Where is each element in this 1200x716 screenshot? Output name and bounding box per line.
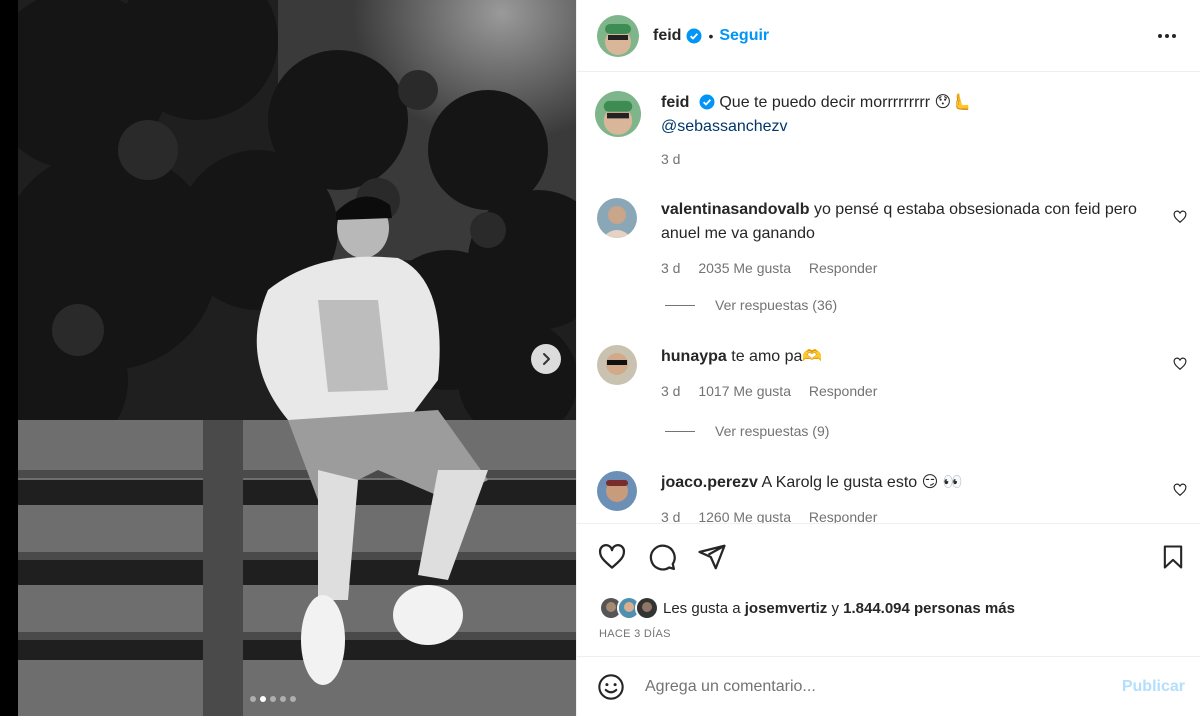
comment-likes[interactable]: 2035 Me gusta	[698, 260, 791, 276]
caption-text: Que te puedo decir morrrrrrrrr 😯🫷	[719, 94, 972, 111]
comment-text: A Karolg le gusta esto 😏 👀	[761, 474, 963, 491]
likes-summary: Les gusta a josemvertiz y 1.844.094 pers…	[599, 596, 1015, 620]
carousel-dot	[280, 696, 286, 702]
likes-connector: y	[831, 599, 839, 617]
avatar[interactable]	[597, 198, 637, 238]
comment-username[interactable]: valentinasandovalb	[661, 201, 810, 218]
likes-prefix: Les gusta a	[663, 599, 741, 617]
view-replies-label: Ver respuestas (36)	[715, 297, 838, 313]
next-image-button[interactable]	[531, 344, 561, 374]
comment-text: te amo pa🫶	[731, 348, 823, 365]
comment-item: hunaypa te amo pa🫶 3 d 1017 Me gusta Res…	[597, 345, 1187, 403]
follow-button[interactable]: Seguir	[719, 27, 769, 45]
view-replies-button[interactable]: Ver respuestas (36)	[665, 297, 837, 313]
reply-button[interactable]: Responder	[809, 509, 878, 523]
more-options-icon[interactable]	[1154, 28, 1180, 44]
comment-time[interactable]: 3 d	[661, 509, 680, 523]
post-photo[interactable]	[18, 0, 576, 716]
avatar	[635, 596, 659, 620]
emoji-icon[interactable]	[597, 673, 625, 701]
comment-input[interactable]	[645, 677, 1122, 696]
post-actions: Les gusta a josemvertiz y 1.844.094 pers…	[577, 523, 1200, 656]
view-replies-label: Ver respuestas (9)	[715, 423, 830, 439]
comment-username[interactable]: joaco.perezv	[661, 474, 758, 491]
comment-username[interactable]: hunaypa	[661, 348, 727, 365]
comment-time[interactable]: 3 d	[661, 260, 680, 276]
likers-avatars[interactable]	[599, 596, 659, 620]
carousel-dot	[270, 696, 276, 702]
comment-likes[interactable]: 1017 Me gusta	[698, 383, 791, 399]
verified-badge-icon	[686, 28, 702, 43]
carousel-dot	[290, 696, 296, 702]
heart-icon[interactable]	[1173, 483, 1187, 497]
post-details: feid • Seguir feid Que te puedo decir mo…	[576, 0, 1200, 716]
heart-icon[interactable]	[1173, 210, 1187, 224]
caption-username[interactable]: feid	[661, 94, 689, 111]
caption-time[interactable]: 3 d	[661, 151, 680, 167]
caption-mention[interactable]: @sebassanchezv	[661, 118, 788, 135]
likes-count[interactable]: 1.844.094 personas más	[843, 600, 1015, 617]
post-header: feid • Seguir	[577, 0, 1200, 72]
comment-item: joaco.perezv A Karolg le gusta esto 😏 👀 …	[597, 471, 1187, 523]
reply-button[interactable]: Responder	[809, 260, 878, 276]
comments-list[interactable]: feid Que te puedo decir morrrrrrrrr 😯🫷 @…	[577, 73, 1200, 523]
add-comment-bar: Publicar	[577, 656, 1200, 716]
reply-button[interactable]: Responder	[809, 383, 878, 399]
comment-icon[interactable]	[647, 542, 677, 572]
author-username[interactable]: feid	[653, 27, 681, 45]
separator: •	[708, 27, 714, 44]
post-timestamp[interactable]: HACE 3 DÍAS	[599, 628, 671, 640]
share-icon[interactable]	[697, 542, 727, 572]
avatar[interactable]	[597, 345, 637, 385]
heart-icon[interactable]	[1173, 357, 1187, 371]
avatar[interactable]	[597, 471, 637, 511]
chevron-right-icon	[543, 353, 550, 365]
comment-likes[interactable]: 1260 Me gusta	[698, 509, 791, 523]
post-photo-image	[18, 0, 576, 716]
liker-username[interactable]: josemvertiz	[745, 600, 828, 617]
post-media	[0, 0, 576, 716]
publish-button[interactable]: Publicar	[1122, 678, 1185, 696]
comment-time[interactable]: 3 d	[661, 383, 680, 399]
caption: feid Que te puedo decir morrrrrrrrr 😯🫷 @…	[595, 91, 1175, 171]
verified-badge-icon	[699, 94, 715, 110]
view-replies-button[interactable]: Ver respuestas (9)	[665, 423, 829, 439]
carousel-dot-active	[260, 696, 266, 702]
carousel-indicator	[250, 696, 296, 702]
carousel-dot	[250, 696, 256, 702]
heart-icon[interactable]	[597, 542, 627, 572]
comment-item: valentinasandovalb yo pensé q estaba obs…	[597, 198, 1187, 280]
avatar[interactable]	[597, 14, 639, 57]
avatar[interactable]	[595, 91, 641, 137]
bookmark-icon[interactable]	[1159, 542, 1187, 572]
